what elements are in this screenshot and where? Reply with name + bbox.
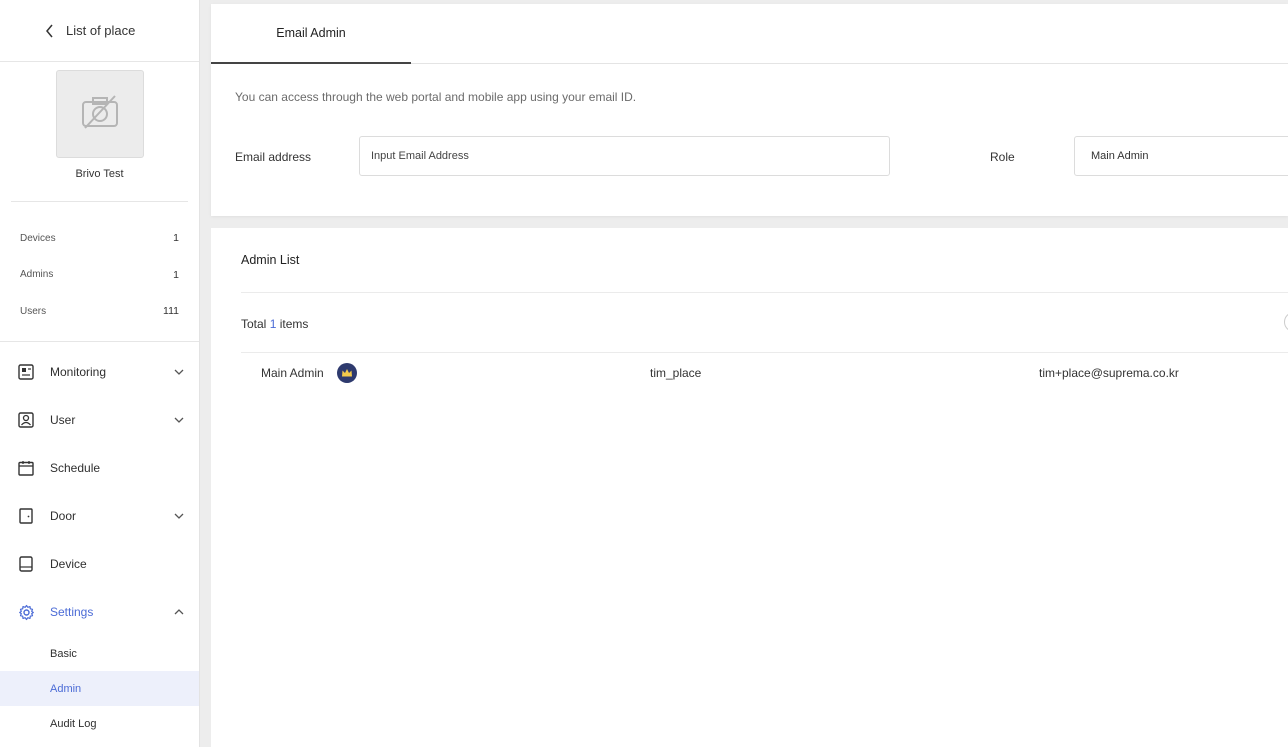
sidebar-item-device[interactable]: Device (0, 540, 199, 588)
monitor-icon (17, 363, 35, 381)
divider (241, 292, 1288, 293)
sidebar-item-label: User (50, 413, 76, 427)
place-name: Brivo Test (75, 168, 124, 180)
device-icon (17, 555, 35, 573)
total-suffix: items (279, 317, 309, 331)
stat-users: Users 111 (20, 293, 179, 330)
sidebar-subitem-admin[interactable]: Admin (0, 671, 199, 706)
email-address-input[interactable] (359, 136, 890, 176)
stat-admins: Admins 1 (20, 257, 179, 294)
back-label: List of place (66, 23, 136, 38)
place-stats: Devices 1 Admins 1 Users 111 (0, 202, 199, 342)
place-card: Brivo Test (11, 62, 188, 202)
chevron-up-icon (173, 606, 185, 618)
calendar-icon (17, 459, 35, 477)
stat-value: 1 (173, 268, 179, 281)
admin-list-panel: Admin List Total 1 items Main Admin tim_… (211, 228, 1288, 747)
sidebar-subitem-basic[interactable]: Basic (0, 636, 199, 671)
chevron-down-icon (173, 414, 185, 426)
back-to-list-button[interactable]: List of place (0, 0, 199, 62)
sidebar-subitem-audit-log[interactable]: Audit Log (0, 706, 199, 741)
role-select[interactable]: Main Admin (1074, 136, 1288, 176)
email-admin-panel: Email Admin You can access through the w… (211, 4, 1288, 216)
sidebar-item-label: Settings (50, 605, 94, 619)
gear-icon (17, 603, 35, 621)
sidebar-item-user[interactable]: User (0, 396, 199, 444)
place-thumbnail (55, 70, 144, 158)
sidebar-item-door[interactable]: Door (0, 492, 199, 540)
email-address-label: Email address (235, 150, 312, 164)
admin-list-title: Admin List (241, 253, 300, 267)
stat-value: 111 (163, 305, 179, 318)
stat-label: Admins (20, 269, 54, 281)
tab-bar: Email Admin (211, 4, 1288, 64)
list-action-button[interactable] (1284, 312, 1288, 332)
email-admin-description: You can access through the web portal an… (235, 90, 637, 104)
sidebar-item-label: Monitoring (50, 365, 107, 379)
role-label: Role (990, 150, 1015, 164)
stat-label: Users (20, 305, 47, 317)
total-items: Total 1 items (241, 317, 308, 331)
sidebar: List of place Brivo Test Devices 1 Admin… (0, 0, 200, 747)
admin-role: Main Admin (261, 366, 324, 380)
stat-label: Devices (20, 232, 56, 244)
admin-email: tim+place@suprema.co.kr (1039, 366, 1179, 380)
total-count: 1 (269, 317, 277, 331)
chevron-down-icon (173, 366, 185, 378)
table-row[interactable]: Main Admin tim_place tim+place@suprema.c… (241, 353, 1288, 393)
user-icon (17, 411, 35, 429)
no-image-icon (80, 94, 120, 135)
total-prefix: Total (241, 317, 267, 331)
stat-value: 1 (173, 232, 179, 245)
sidebar-item-label: Device (50, 557, 87, 571)
role-select-value: Main Admin (1091, 150, 1149, 162)
sidebar-item-settings[interactable]: Settings (0, 588, 199, 636)
chevron-down-icon (173, 510, 185, 522)
sidebar-item-label: Door (50, 509, 77, 523)
tab-email-admin[interactable]: Email Admin (211, 4, 411, 64)
sidebar-menu: Monitoring User Schedule Door Device Set… (0, 342, 199, 741)
stat-devices: Devices 1 (20, 220, 179, 257)
sidebar-item-label: Schedule (50, 461, 101, 475)
sidebar-item-schedule[interactable]: Schedule (0, 444, 199, 492)
sidebar-item-monitoring[interactable]: Monitoring (0, 348, 199, 396)
crown-icon (337, 363, 357, 383)
door-icon (17, 507, 35, 525)
chevron-left-icon (44, 24, 56, 38)
admin-username: tim_place (650, 366, 702, 380)
